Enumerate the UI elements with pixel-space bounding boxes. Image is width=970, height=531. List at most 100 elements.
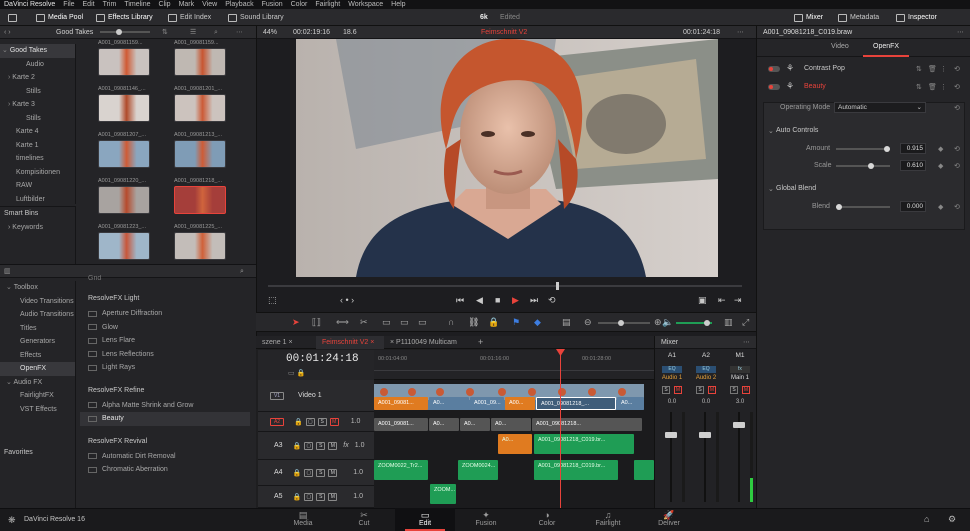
bin-item[interactable]: Karte 4 [0,125,75,139]
reset-icon[interactable]: ⟲ [954,162,960,170]
effects-tree-item[interactable]: VST Effects [0,403,75,417]
audio-clip[interactable]: A001_09081... [374,418,428,431]
mixer-button[interactable]: Mixer [794,11,823,24]
menu-item-3[interactable]: Trim [103,0,117,9]
menu-item-11[interactable]: Fairlight [315,0,340,9]
effect-contrast-pop[interactable]: ⚘ Contrast Pop ⇅ 🗑 ⋮ ⟲ [764,60,970,77]
lock-icon[interactable]: 🔒 [293,469,302,477]
edit-index-button[interactable]: Edit Index [168,11,211,24]
track-id[interactable]: A5 [274,493,283,500]
mark-out-icon[interactable]: ⇥ [734,295,742,306]
linked-selection-icon[interactable]: ⛓ [468,317,479,328]
stop-icon[interactable]: ■ [495,295,500,305]
page-tab-cut[interactable]: ✂ Cut [334,508,394,531]
viewer-timeline-name[interactable]: Feimschnitt V2 [481,26,527,39]
settings-icon[interactable]: ⚙ [948,514,956,525]
trim-tool-icon[interactable]: ⟦⟧ [312,317,321,328]
track-area[interactable]: A001_09081... A0... A001_09... A00... A0… [374,380,654,508]
page-tab-edit[interactable]: ▭ Edit [395,508,455,531]
marker-icon[interactable]: ◆ [534,317,541,328]
effects-tree-item[interactable]: Audio Transitions [0,308,75,322]
lock-icon[interactable]: 🔒 [294,418,303,426]
timeline-tools-icon[interactable]: ▭ 🔒 [288,369,305,377]
scrub-handle[interactable] [556,282,559,290]
mute-button[interactable]: M [674,386,682,394]
effect-item[interactable]: Grid [80,275,250,283]
position-lock-icon[interactable]: 🔒 [488,317,499,328]
metadata-button[interactable]: Metadata [838,11,879,24]
effect-item[interactable]: Chromatic Aberration [80,463,250,477]
keyframe-icon[interactable]: ◆ [938,203,943,211]
fader-handle[interactable] [665,432,677,438]
snapping-icon[interactable]: ∩ [448,317,454,327]
skip-start-icon[interactable]: ⏮ [456,295,464,306]
effects-tree-item[interactable]: Video Transitions [0,295,75,309]
add-tab-icon[interactable]: + [478,337,483,347]
jog-icon[interactable]: ‹ • › [340,295,354,305]
effect-item[interactable]: Automatic Dirt Removal [80,450,250,464]
delete-icon[interactable]: 🗑 [928,83,937,91]
reverse-icon[interactable]: ◀ [476,295,483,306]
toggle-panel-button[interactable] [8,11,17,24]
reset-icon[interactable]: ⟲ [954,83,960,91]
reset-icon[interactable]: ⟲ [954,203,960,211]
transform-icon[interactable]: ⬚ [268,295,277,306]
loop-icon[interactable]: ⟲ [548,295,556,306]
menu-item-1[interactable]: File [63,0,74,9]
insert-clip-icon[interactable]: ▭ [382,317,391,328]
solo-button[interactable]: S [316,492,326,501]
auto-controls-section[interactable]: ⌄ Auto Controls [764,122,970,139]
mute-button[interactable]: M [328,492,338,501]
clip-thumbnail[interactable] [174,94,226,122]
mixer-options-icon[interactable]: ⋯ [743,336,750,349]
menu-item-2[interactable]: Edit [83,0,95,9]
fader-handle[interactable] [733,422,745,428]
blade-tool-icon[interactable]: ✂ [360,317,368,328]
tab-szene-1[interactable]: szene 1 × [262,336,293,349]
effect-item[interactable]: Light Rays [80,361,250,375]
solo-button[interactable]: S [316,468,326,477]
clip-thumbnail[interactable] [98,48,150,76]
list-view-icon[interactable]: ☰ [190,26,196,39]
channel-eq[interactable]: EQ [662,366,682,373]
track-id[interactable]: A4 [274,469,283,476]
video-clip[interactable]: A001_09081... [374,397,428,410]
menu-item-9[interactable]: Fusion [262,0,283,9]
video-clip-selected[interactable]: A001_09081218_... [536,397,616,410]
match-frame-icon[interactable]: ▣ [698,295,707,306]
page-tab-deliver[interactable]: 🚀 Deliver [639,508,699,531]
mute-button[interactable]: M [742,386,750,394]
menu-item-8[interactable]: Playback [225,0,253,9]
audio-meter-icon[interactable]: ▥ [724,317,733,328]
track-name[interactable]: Video 1 [298,392,322,399]
effect-item[interactable]: Lens Flare [80,334,250,348]
mark-in-icon[interactable]: ⇤ [718,295,726,306]
effect-item[interactable]: Lens Reflections [80,348,250,362]
solo-button[interactable]: S [316,441,326,450]
amount-value[interactable]: 0.915 [900,143,926,154]
menu-item-13[interactable]: Help [391,0,405,9]
audio-clip[interactable]: A0... [429,418,459,431]
effects-tree-item[interactable]: Titles [0,322,75,336]
more-icon[interactable]: ⋮ [940,65,947,73]
play-icon[interactable]: ▶ [512,295,519,306]
keyframe-icon[interactable]: ◆ [938,145,943,153]
delete-icon[interactable]: 🗑 [928,65,937,73]
zoom-slider[interactable] [100,29,150,35]
clip-thumbnail[interactable] [174,186,226,214]
timeline-ruler[interactable]: 00:01:04:00 00:01:16:00 00:01:28:00 [374,350,654,380]
lock-icon[interactable]: 🔒 [293,493,302,501]
operating-mode-select[interactable]: Automatic ⌄ [834,102,926,113]
menu-item-10[interactable]: Color [291,0,308,9]
clip-thumbnail[interactable] [98,232,150,260]
video-clip-strip[interactable]: A001_09081... A0... A001_09... A00... A0… [374,384,644,410]
mute-button[interactable]: M [329,417,339,426]
scrub-bar[interactable] [268,285,742,287]
bin-item[interactable]: Luftbilder [0,193,75,205]
tab-multicam[interactable]: × P1110049 Multicam [390,336,457,349]
audio-clip[interactable]: A0... [491,418,531,431]
video-clip[interactable]: A0... [617,397,644,410]
solo-button[interactable]: S [730,386,738,394]
channel-eq[interactable]: EQ [696,366,716,373]
close-icon[interactable]: × [390,339,394,346]
